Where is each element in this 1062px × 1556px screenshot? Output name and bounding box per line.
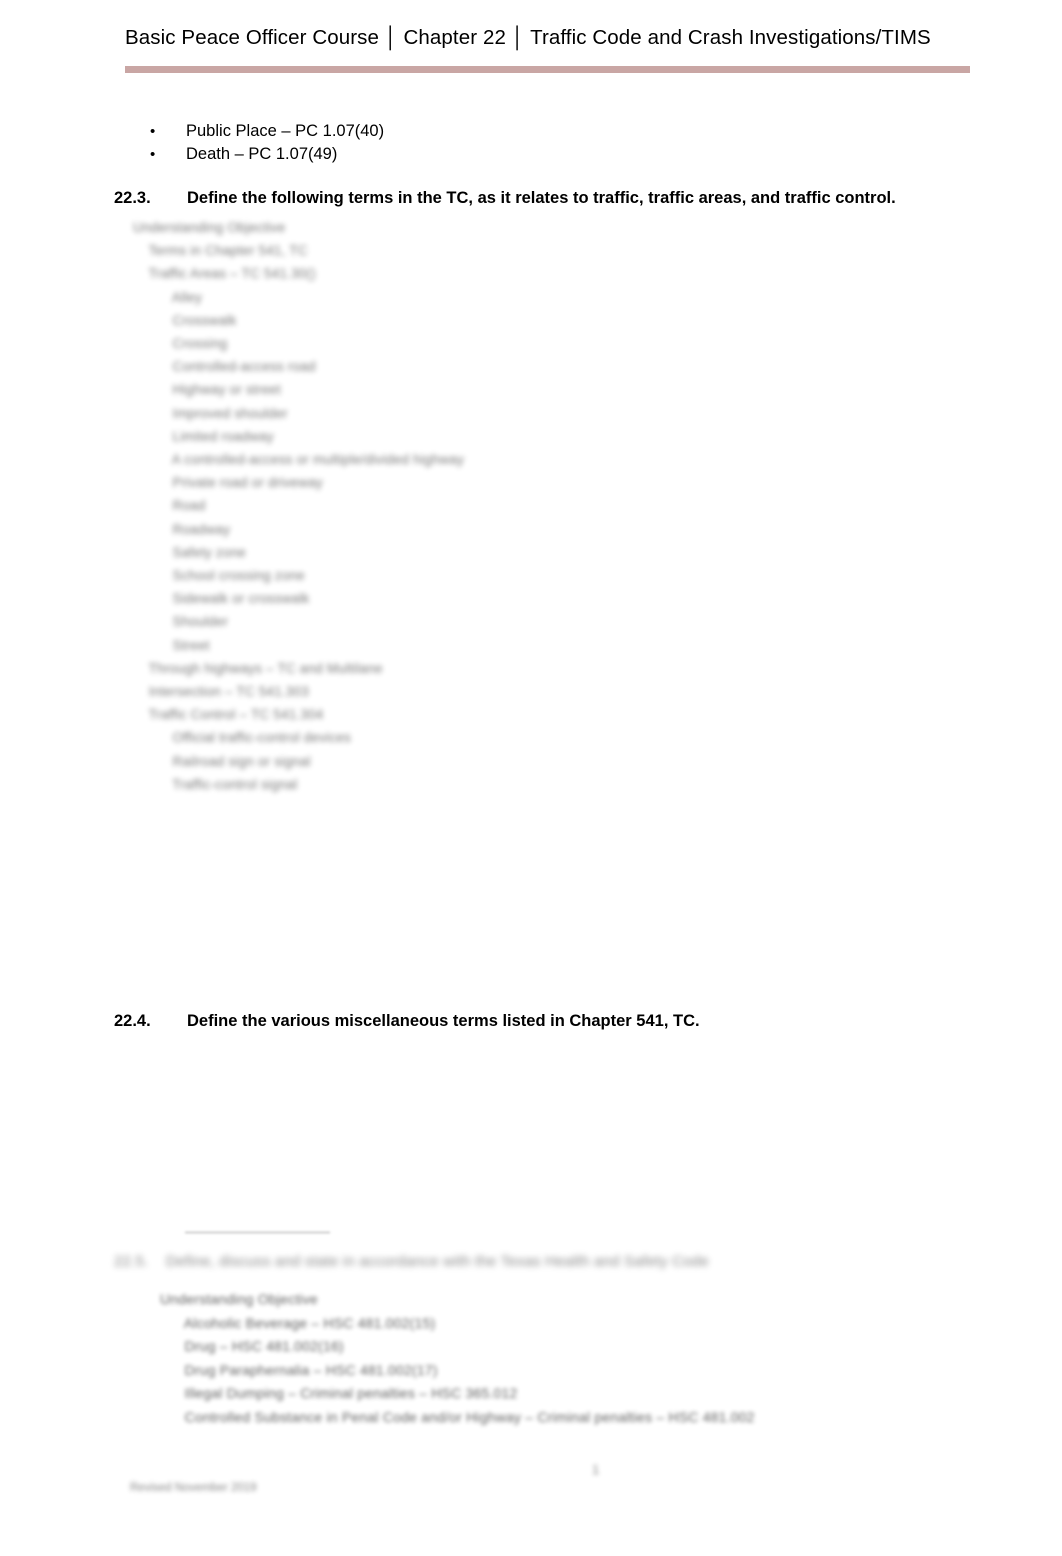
objective-heading-22-3: 22.3. Define the following terms in the …	[114, 187, 994, 209]
objective-heading-22-4: 22.4. Define the various miscellaneous t…	[114, 1010, 994, 1032]
document-page: Basic Peace Officer Course │ Chapter 22 …	[0, 0, 1062, 1556]
redacted-content-22-5: Understanding Objective Alcoholic Bevera…	[160, 1291, 755, 1425]
bullet-icon: •	[150, 123, 156, 140]
redacted-content-22-3: Understanding Objective Terms in Chapter…	[133, 220, 465, 792]
page-title: Basic Peace Officer Course │ Chapter 22 …	[125, 26, 931, 49]
redacted-heading-22-5: 22.5. Define, discuss and state in accor…	[114, 1253, 709, 1270]
list-item: • Death – PC 1.07(49)	[150, 143, 850, 166]
bullet-icon: •	[150, 146, 156, 163]
objective-number: 22.3.	[114, 189, 151, 207]
header-divider	[125, 66, 970, 73]
document-header: Basic Peace Officer Course │ Chapter 22 …	[125, 26, 970, 50]
page-number: 1	[592, 1462, 600, 1477]
list-item: • Public Place – PC 1.07(40)	[150, 120, 850, 143]
list-item-label: Death – PC 1.07(49)	[186, 145, 338, 163]
footnote-divider	[185, 1232, 330, 1233]
objective-text: Define the various miscellaneous terms l…	[187, 1012, 700, 1030]
objective-text: Define the following terms in the TC, as…	[187, 189, 896, 207]
footer-note: Revised November 2019	[130, 1482, 257, 1494]
objective-number: 22.4.	[114, 1012, 151, 1030]
term-bullet-list: • Public Place – PC 1.07(40) • Death – P…	[150, 120, 850, 166]
list-item-label: Public Place – PC 1.07(40)	[186, 122, 385, 140]
